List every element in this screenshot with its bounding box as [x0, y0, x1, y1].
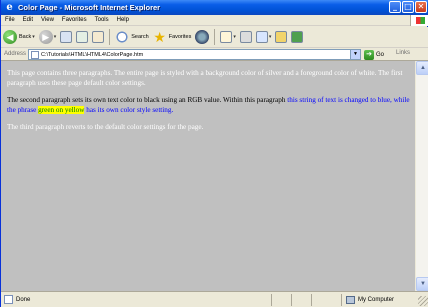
favorites-button[interactable]: ★ Favorites — [151, 28, 194, 46]
print-icon — [239, 31, 252, 43]
computer-icon — [346, 296, 355, 304]
search-label: Search — [131, 34, 149, 40]
mail-dropdown-icon[interactable]: ▾ — [233, 34, 236, 40]
messenger-icon — [291, 31, 304, 43]
edit-dropdown-icon[interactable]: ▾ — [269, 34, 272, 40]
scroll-down-arrow-icon[interactable]: ▼ — [416, 277, 428, 291]
favorites-label: Favorites — [168, 34, 192, 40]
status-pane-divider — [341, 294, 342, 306]
toolbar-separator — [214, 29, 216, 45]
address-label: Address — [4, 51, 27, 57]
green-on-yellow-text: green on yellow — [38, 105, 85, 114]
maximize-button[interactable]: □ — [402, 1, 414, 13]
menu-file[interactable]: File — [1, 15, 19, 26]
go-button[interactable]: ➔ Go — [364, 49, 384, 60]
forward-dropdown-icon[interactable]: ▾ — [54, 34, 57, 40]
edit-button[interactable]: ▾ — [254, 28, 274, 46]
blue-text-end: has its own color style setting. — [84, 105, 174, 114]
stop-icon — [60, 31, 73, 43]
security-zone: My Computer — [346, 294, 394, 306]
paragraph-3: The third paragraph reverts to the defau… — [7, 123, 204, 132]
back-arrow-icon: ◀ — [3, 30, 17, 44]
status-pane-divider — [311, 294, 312, 306]
page-done-icon — [4, 295, 13, 304]
title-bar[interactable]: e Color Page - Microsoft Internet Explor… — [1, 0, 428, 15]
go-label: Go — [376, 51, 385, 58]
minimize-button[interactable]: _ — [389, 1, 401, 13]
browser-window: e Color Page - Microsoft Internet Explor… — [0, 0, 428, 307]
paragraph-2-text: The second paragraph sets its own text c… — [7, 96, 288, 105]
menu-help[interactable]: Help — [113, 15, 133, 26]
folder-button[interactable] — [273, 28, 289, 46]
messenger-button[interactable] — [289, 28, 305, 46]
refresh-icon — [76, 31, 89, 43]
back-label: Back — [19, 34, 32, 40]
windows-flag-icon — [410, 15, 428, 26]
mail-button[interactable]: ▾ — [218, 28, 238, 46]
menu-favorites[interactable]: Favorites — [58, 15, 91, 26]
paragraph-1: This page contains three paragraphs. The… — [7, 69, 403, 87]
status-pane-divider — [271, 294, 272, 306]
address-input[interactable]: C:\Tutorials\HTML\HTML4\ColorPage.htm ▼ — [28, 49, 361, 60]
home-icon — [92, 31, 105, 43]
forward-arrow-icon: ▶ — [38, 30, 53, 44]
search-icon — [115, 30, 130, 44]
address-bar: Address C:\Tutorials\HTML\HTML4\ColorPag… — [1, 48, 428, 61]
print-button[interactable] — [238, 28, 254, 46]
search-button[interactable]: Search — [113, 28, 150, 46]
page-icon — [31, 50, 39, 59]
scroll-up-arrow-icon[interactable]: ▲ — [416, 61, 428, 75]
close-button[interactable]: ✕ — [415, 1, 427, 13]
mail-icon — [220, 31, 233, 43]
menu-bar: File Edit View Favorites Tools Help — [1, 15, 428, 26]
home-button[interactable] — [90, 28, 106, 46]
page-content: This page contains three paragraphs. The… — [7, 69, 412, 141]
window-title: Color Page - Microsoft Internet Explorer — [18, 3, 161, 12]
go-arrow-icon: ➔ — [364, 49, 374, 60]
paragraph-2: The second paragraph sets its own text c… — [7, 96, 412, 115]
address-url[interactable]: C:\Tutorials\HTML\HTML4\ColorPage.htm — [41, 52, 143, 58]
stop-button[interactable] — [58, 28, 74, 46]
zone-text: My Computer — [358, 297, 395, 303]
address-dropdown-icon[interactable]: ▼ — [350, 50, 360, 59]
window-controls: _ □ ✕ — [389, 1, 427, 13]
forward-button[interactable]: ▶ ▾ — [37, 28, 59, 46]
vertical-scrollbar[interactable]: ▲ ▼ — [415, 61, 428, 291]
favorites-star-icon: ★ — [153, 29, 166, 45]
links-button[interactable]: Links — [396, 50, 410, 56]
refresh-button[interactable] — [74, 28, 90, 46]
toolbar-separator — [109, 29, 111, 45]
folder-icon — [275, 31, 288, 43]
media-button[interactable] — [193, 28, 211, 46]
status-bar: Done My Computer — [1, 291, 428, 307]
standard-toolbar: ◀ Back ▾ ▶ ▾ Search ★ Favorites ▾ ▾ — [1, 27, 428, 48]
back-button[interactable]: ◀ Back ▾ — [1, 28, 37, 46]
status-pane-divider — [291, 294, 292, 306]
edit-icon — [255, 31, 268, 43]
page-viewport: This page contains three paragraphs. The… — [1, 61, 428, 291]
menu-view[interactable]: View — [37, 15, 58, 26]
status-text: Done — [16, 296, 31, 303]
back-dropdown-icon[interactable]: ▾ — [32, 34, 35, 40]
media-icon — [195, 30, 210, 44]
menu-tools[interactable]: Tools — [91, 15, 113, 26]
resize-grip[interactable] — [418, 296, 428, 306]
menu-edit[interactable]: Edit — [19, 15, 37, 26]
ie-icon: e — [6, 2, 13, 13]
